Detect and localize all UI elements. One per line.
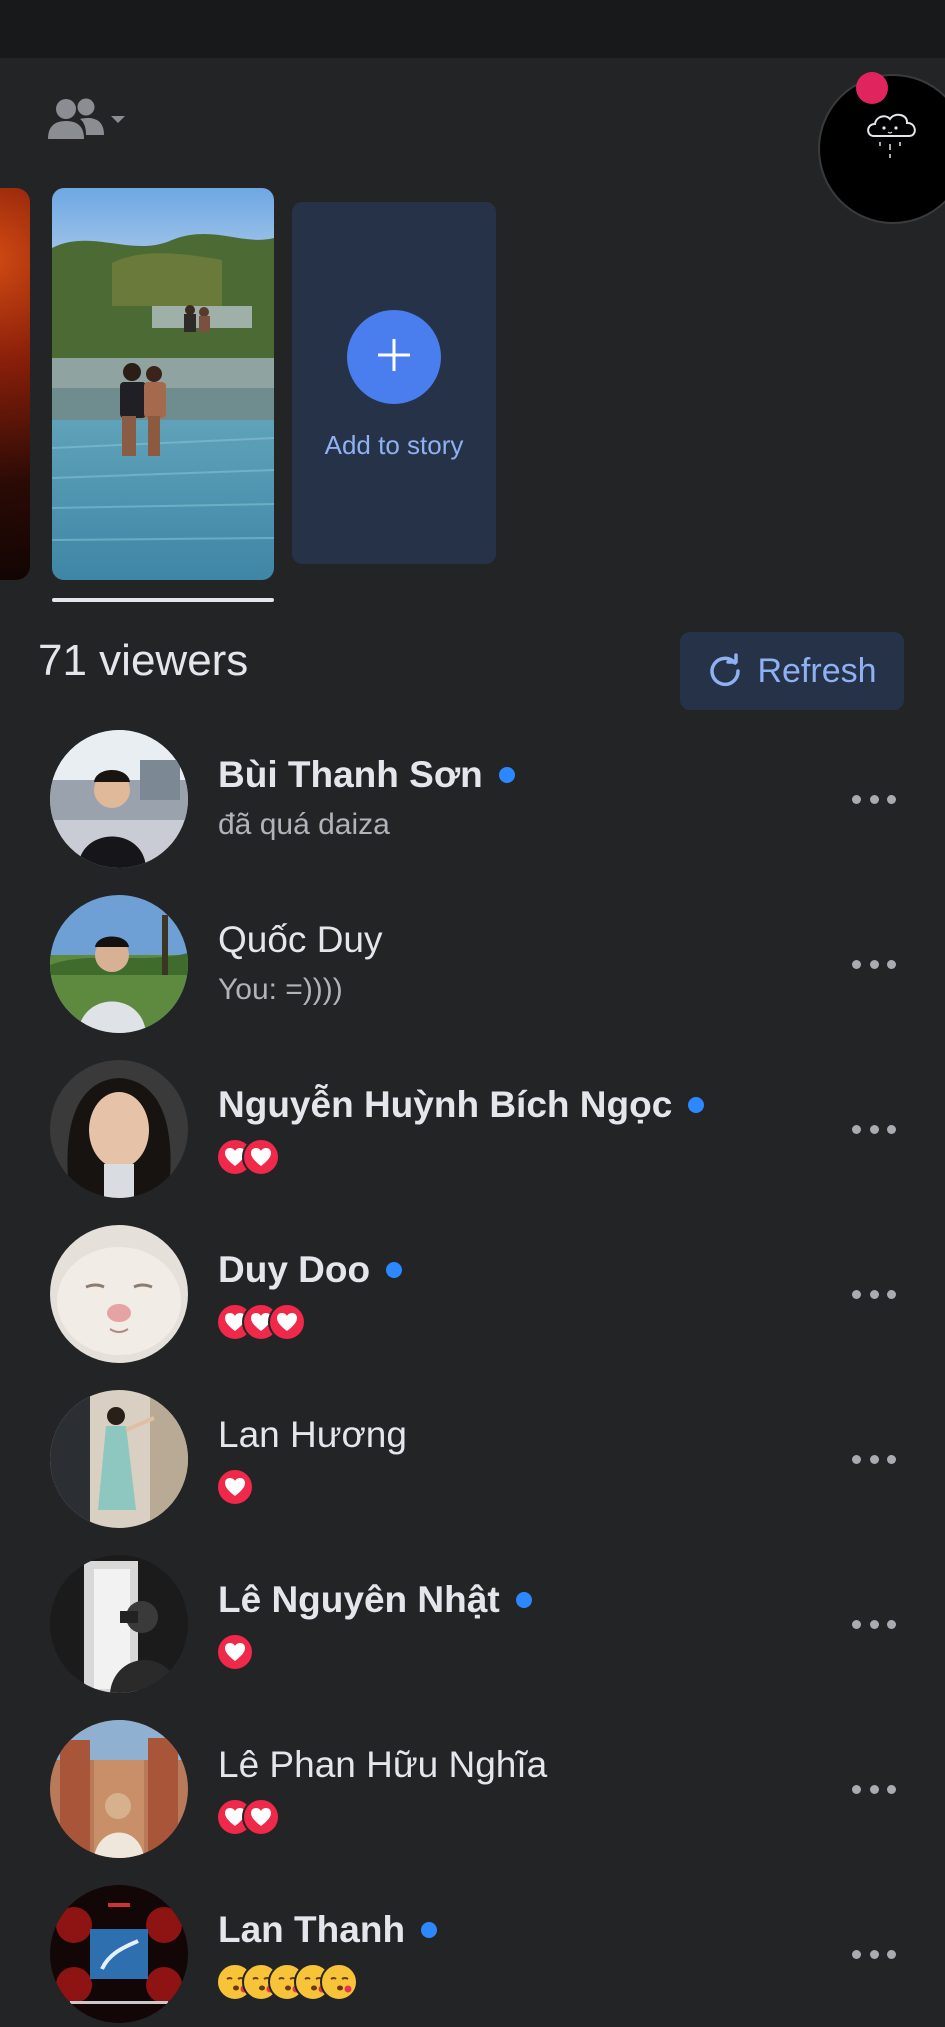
viewer-name: Lan Thanh: [218, 1909, 406, 1950]
notification-badge: [856, 72, 888, 104]
add-to-story-label: Add to story: [324, 430, 464, 460]
reactions: [216, 1963, 358, 2001]
viewers-count: 71 viewers: [38, 636, 249, 685]
heart-reaction-icon: [242, 1798, 280, 1836]
viewer-subtitle: You: =)))): [218, 973, 343, 1006]
avatar[interactable]: [50, 1225, 188, 1363]
reactions: [216, 1633, 254, 1671]
more-options-button[interactable]: [852, 1116, 896, 1142]
add-story-button[interactable]: [347, 310, 441, 404]
avatar[interactable]: [50, 1555, 188, 1693]
story-viewers-screen: Add to story 71 viewers Refresh Bùi Than…: [0, 0, 945, 2027]
viewer-row[interactable]: Lan Hương: [0, 1390, 945, 1555]
heart-reaction-icon: [242, 1138, 280, 1176]
avatar[interactable]: [50, 1885, 188, 2023]
viewer-name: Bùi Thanh Sơn: [218, 754, 483, 795]
people-icon: [46, 97, 106, 143]
avatar[interactable]: [50, 1720, 188, 1858]
refresh-label: Refresh: [757, 651, 877, 690]
viewer-name: Quốc Duy: [218, 919, 383, 960]
story-thumbnail-previous[interactable]: [0, 188, 30, 580]
online-indicator: [688, 1097, 705, 1113]
more-options-button[interactable]: [852, 1776, 896, 1802]
avatar[interactable]: [50, 895, 188, 1033]
reactions: [216, 1303, 306, 1341]
kiss-reaction-icon: [320, 1963, 358, 2001]
viewer-row[interactable]: Quốc Duy You: =)))): [0, 895, 945, 1060]
more-options-button[interactable]: [852, 1281, 896, 1307]
viewer-name: Duy Doo: [218, 1249, 371, 1290]
caret-down-icon: [110, 115, 126, 125]
viewer-row[interactable]: Lê Phan Hữu Nghĩa: [0, 1720, 945, 1885]
active-story-indicator: [52, 598, 274, 602]
chat-head-bubble[interactable]: [818, 72, 945, 224]
viewer-name: Lan Hương: [218, 1414, 407, 1455]
viewer-name: Lê Phan Hữu Nghĩa: [218, 1744, 548, 1785]
viewer-subtitle: đã quá daiza: [218, 808, 390, 841]
audience-selector-button[interactable]: [46, 92, 134, 148]
more-options-button[interactable]: [852, 1446, 896, 1472]
more-options-button[interactable]: [852, 951, 896, 977]
viewer-name: Nguyễn Huỳnh Bích Ngọc: [218, 1084, 673, 1125]
heart-reaction-icon: [216, 1633, 254, 1671]
reactions: [216, 1798, 280, 1836]
online-indicator: [498, 767, 515, 783]
viewer-row[interactable]: Lê Nguyên Nhật: [0, 1555, 945, 1720]
online-indicator: [386, 1262, 403, 1278]
refresh-button[interactable]: Refresh: [680, 632, 904, 710]
avatar[interactable]: [50, 1390, 188, 1528]
viewer-row[interactable]: Bùi Thanh Sơn đã quá daiza: [0, 730, 945, 895]
avatar[interactable]: [50, 730, 188, 868]
online-indicator: [421, 1922, 438, 1938]
reactions: [216, 1468, 254, 1506]
more-options-button[interactable]: [852, 1611, 896, 1637]
plus-icon: [374, 335, 414, 380]
heart-reaction-icon: [268, 1303, 306, 1341]
viewer-row[interactable]: Nguyễn Huỳnh Bích Ngọc: [0, 1060, 945, 1225]
avatar[interactable]: [50, 1060, 188, 1198]
status-bar: [0, 0, 945, 58]
more-options-button[interactable]: [852, 786, 896, 812]
refresh-icon: [707, 653, 743, 689]
story-thumbnail-current[interactable]: [52, 188, 274, 580]
viewer-name: Lê Nguyên Nhật: [218, 1579, 500, 1620]
viewer-row[interactable]: Duy Doo: [0, 1225, 945, 1390]
cloud-face-icon: [862, 106, 924, 173]
reactions: [216, 1138, 280, 1176]
online-indicator: [515, 1592, 532, 1608]
viewer-row[interactable]: Lan Thanh: [0, 1885, 945, 2027]
add-to-story-card[interactable]: Add to story: [292, 202, 496, 564]
heart-reaction-icon: [216, 1468, 254, 1506]
more-options-button[interactable]: [852, 1941, 896, 1967]
